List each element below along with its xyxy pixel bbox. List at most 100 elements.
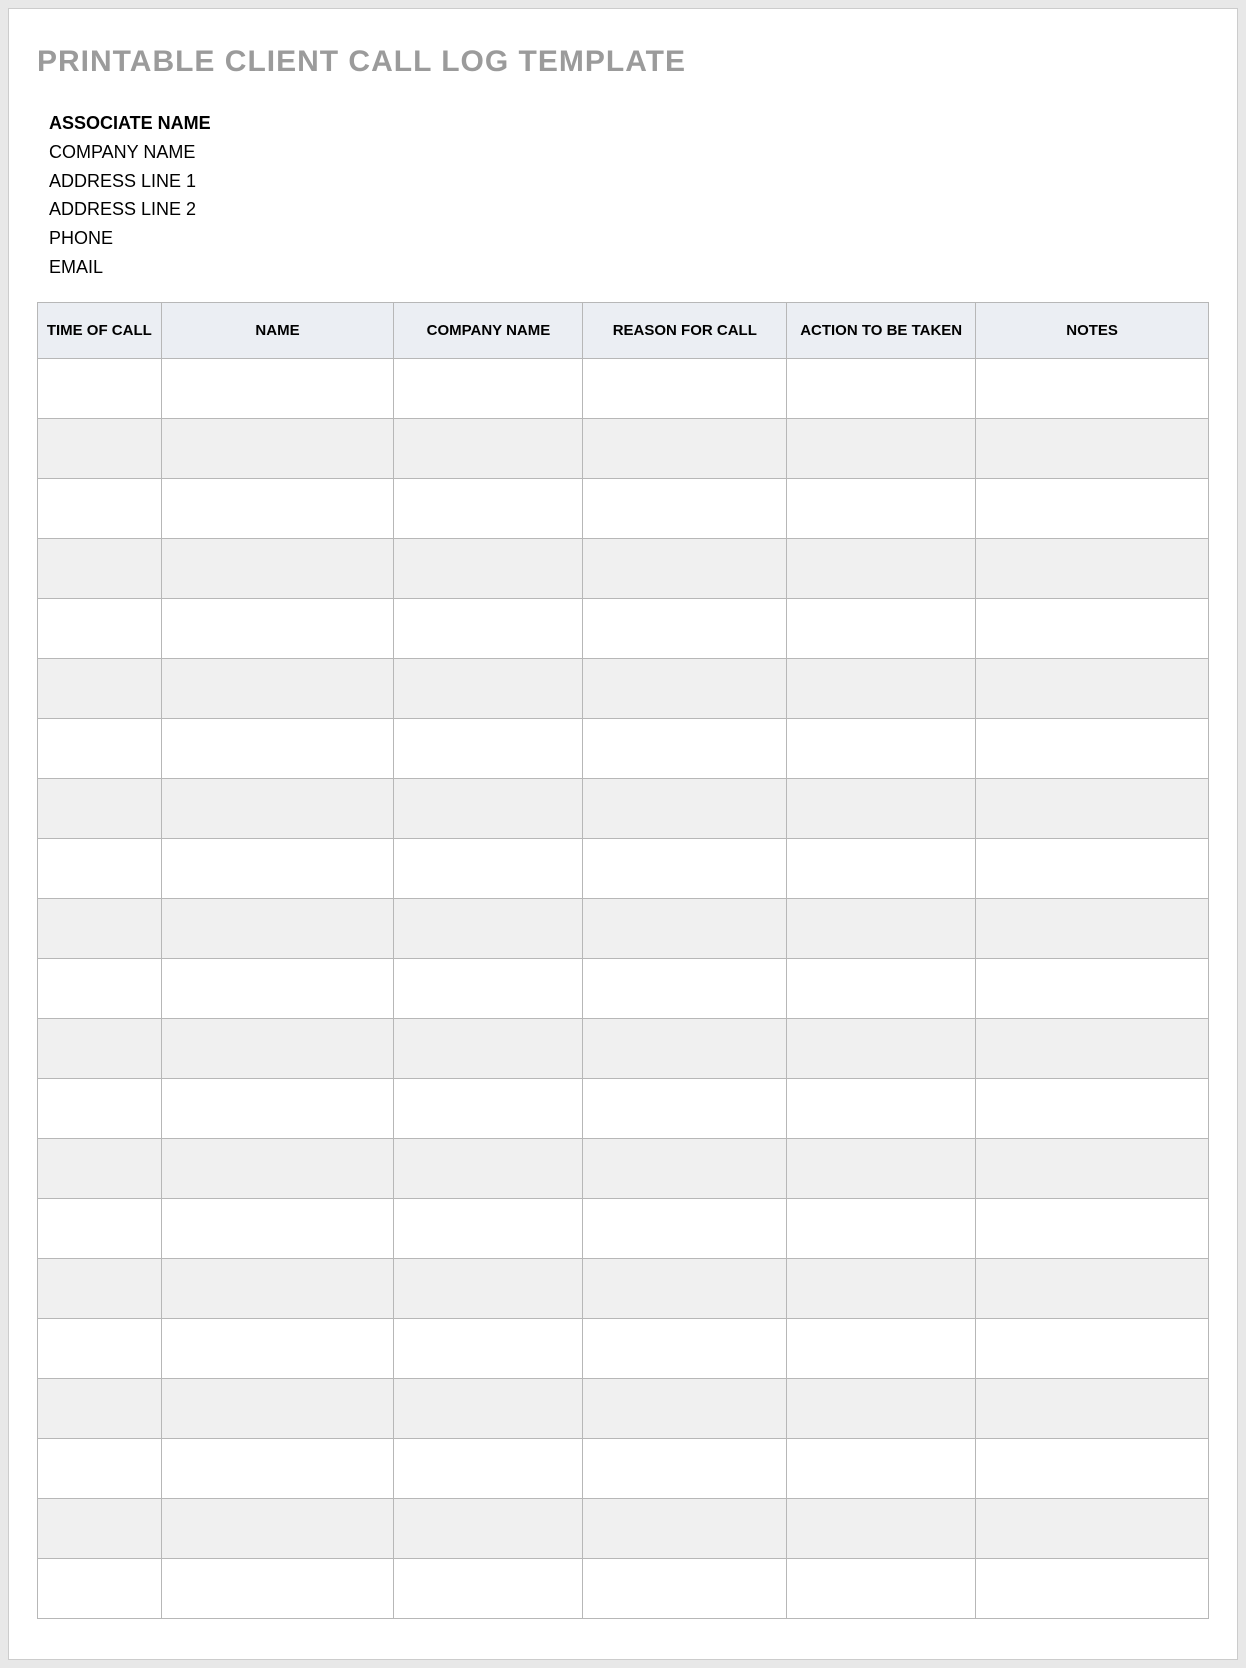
table-cell — [161, 1318, 394, 1378]
table-cell — [161, 1138, 394, 1198]
address-line-2-label: ADDRESS LINE 2 — [49, 195, 1209, 224]
table-cell — [787, 898, 976, 958]
phone-label: PHONE — [49, 224, 1209, 253]
table-row — [38, 1138, 1209, 1198]
table-cell — [161, 478, 394, 538]
table-cell — [161, 718, 394, 778]
table-cell — [161, 1078, 394, 1138]
table-cell — [161, 1558, 394, 1618]
table-cell — [583, 778, 787, 838]
table-cell — [976, 658, 1209, 718]
table-cell — [38, 478, 162, 538]
table-row — [38, 1378, 1209, 1438]
table-cell — [394, 778, 583, 838]
table-cell — [976, 1198, 1209, 1258]
page-title: PRINTABLE CLIENT CALL LOG TEMPLATE — [37, 45, 1209, 79]
table-cell — [394, 898, 583, 958]
table-cell — [394, 358, 583, 418]
table-cell — [394, 1318, 583, 1378]
table-row — [38, 1198, 1209, 1258]
table-cell — [583, 358, 787, 418]
table-cell — [976, 958, 1209, 1018]
table-cell — [38, 958, 162, 1018]
col-header-name: NAME — [161, 302, 394, 358]
table-cell — [394, 1078, 583, 1138]
table-row — [38, 358, 1209, 418]
table-cell — [394, 1498, 583, 1558]
table-row — [38, 478, 1209, 538]
table-cell — [394, 838, 583, 898]
table-cell — [38, 598, 162, 658]
col-header-reason: REASON FOR CALL — [583, 302, 787, 358]
table-cell — [583, 538, 787, 598]
table-cell — [38, 1558, 162, 1618]
table-cell — [394, 1438, 583, 1498]
table-cell — [583, 958, 787, 1018]
col-header-action: ACTION TO BE TAKEN — [787, 302, 976, 358]
table-row — [38, 538, 1209, 598]
table-cell — [161, 838, 394, 898]
table-cell — [394, 1378, 583, 1438]
table-cell — [394, 658, 583, 718]
table-cell — [161, 1198, 394, 1258]
table-cell — [38, 778, 162, 838]
table-cell — [38, 1018, 162, 1078]
email-label: EMAIL — [49, 253, 1209, 282]
table-row — [38, 1558, 1209, 1618]
table-cell — [976, 838, 1209, 898]
table-cell — [976, 778, 1209, 838]
table-cell — [976, 1258, 1209, 1318]
table-cell — [583, 1258, 787, 1318]
table-cell — [787, 358, 976, 418]
table-row — [38, 898, 1209, 958]
table-row — [38, 1438, 1209, 1498]
table-cell — [38, 1258, 162, 1318]
table-row — [38, 1498, 1209, 1558]
table-row — [38, 838, 1209, 898]
table-cell — [38, 538, 162, 598]
table-cell — [38, 1078, 162, 1138]
table-cell — [583, 898, 787, 958]
table-row — [38, 718, 1209, 778]
table-cell — [583, 1138, 787, 1198]
table-row — [38, 598, 1209, 658]
table-row — [38, 1318, 1209, 1378]
table-cell — [38, 718, 162, 778]
table-cell — [583, 418, 787, 478]
col-header-company: COMPANY NAME — [394, 302, 583, 358]
table-cell — [976, 418, 1209, 478]
col-header-time: TIME OF CALL — [38, 302, 162, 358]
table-cell — [394, 418, 583, 478]
table-row — [38, 658, 1209, 718]
table-cell — [583, 1078, 787, 1138]
table-cell — [787, 958, 976, 1018]
table-cell — [787, 838, 976, 898]
table-cell — [976, 1138, 1209, 1198]
table-cell — [976, 898, 1209, 958]
table-cell — [787, 1138, 976, 1198]
table-cell — [38, 1378, 162, 1438]
table-cell — [976, 358, 1209, 418]
table-row — [38, 778, 1209, 838]
table-row — [38, 1258, 1209, 1318]
table-cell — [394, 478, 583, 538]
table-cell — [583, 1018, 787, 1078]
table-cell — [787, 538, 976, 598]
table-cell — [787, 658, 976, 718]
table-cell — [583, 658, 787, 718]
table-cell — [38, 1318, 162, 1378]
table-cell — [161, 898, 394, 958]
table-cell — [161, 958, 394, 1018]
table-cell — [787, 478, 976, 538]
table-cell — [976, 1018, 1209, 1078]
table-cell — [394, 1558, 583, 1618]
call-log-table: TIME OF CALL NAME COMPANY NAME REASON FO… — [37, 302, 1209, 1619]
table-cell — [787, 718, 976, 778]
table-cell — [394, 718, 583, 778]
table-cell — [787, 1498, 976, 1558]
table-cell — [976, 718, 1209, 778]
table-cell — [976, 538, 1209, 598]
document-page: PRINTABLE CLIENT CALL LOG TEMPLATE ASSOC… — [8, 8, 1238, 1660]
table-header-row: TIME OF CALL NAME COMPANY NAME REASON FO… — [38, 302, 1209, 358]
table-cell — [583, 1558, 787, 1618]
